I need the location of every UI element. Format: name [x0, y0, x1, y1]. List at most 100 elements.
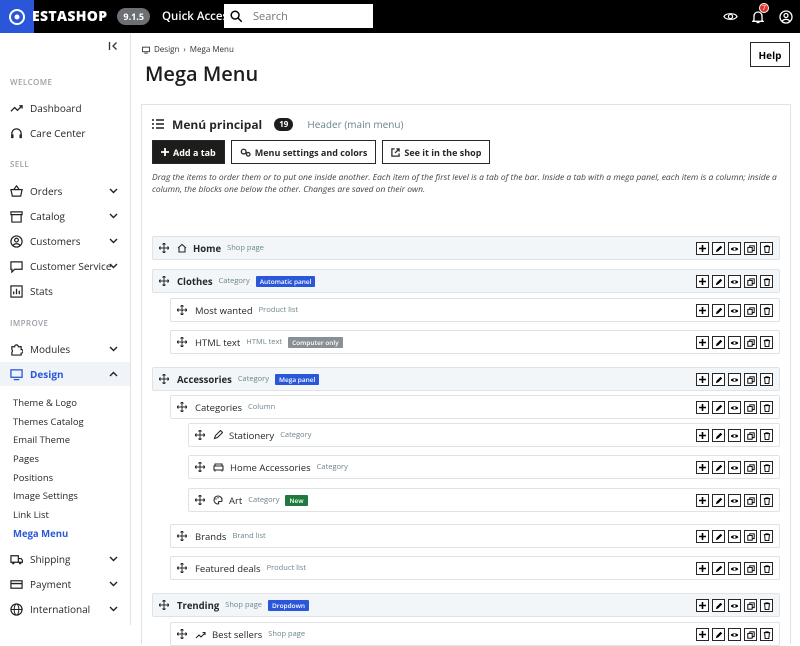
visibility-button[interactable] [728, 599, 741, 612]
menu-item-row[interactable]: Most wanted Product list [170, 298, 780, 322]
visibility-button[interactable] [728, 275, 741, 288]
sidebar-item-care-center[interactable]: Care Center [0, 121, 130, 145]
sidebar-sub-pages[interactable]: Pages [13, 452, 39, 465]
menu-item-row[interactable]: Art Category New [188, 488, 780, 512]
drag-handle-icon[interactable] [195, 430, 205, 440]
add-child-button[interactable] [696, 599, 709, 612]
sidebar-item-modules[interactable]: Modules [0, 337, 130, 361]
add-child-button[interactable] [696, 336, 709, 349]
duplicate-button[interactable] [744, 373, 757, 386]
add-child-button[interactable] [696, 429, 709, 442]
menu-item-row[interactable]: Home Accessories Category [188, 455, 780, 479]
edit-button[interactable] [712, 562, 725, 575]
delete-button[interactable] [760, 530, 773, 543]
menu-item-row[interactable]: Accessories Category Mega panel [152, 367, 780, 391]
edit-button[interactable] [712, 304, 725, 317]
see-in-shop-button[interactable]: See it in the shop [382, 140, 491, 164]
drag-handle-icon[interactable] [159, 374, 169, 384]
edit-button[interactable] [712, 461, 725, 474]
visibility-button[interactable] [728, 373, 741, 386]
visibility-button[interactable] [728, 494, 741, 507]
add-child-button[interactable] [696, 304, 709, 317]
notifications-button[interactable]: 7 [744, 2, 772, 24]
delete-button[interactable] [760, 461, 773, 474]
delete-button[interactable] [760, 336, 773, 349]
add-child-button[interactable] [696, 242, 709, 255]
duplicate-button[interactable] [744, 275, 757, 288]
drag-handle-icon[interactable] [177, 563, 187, 573]
visibility-button[interactable] [728, 530, 741, 543]
add-child-button[interactable] [696, 562, 709, 575]
visibility-button[interactable] [728, 628, 741, 641]
sidebar-sub-theme-logo[interactable]: Theme & Logo [13, 396, 77, 409]
sidebar-item-catalog[interactable]: Catalog [0, 204, 130, 228]
add-child-button[interactable] [696, 373, 709, 386]
drag-handle-icon[interactable] [177, 531, 187, 541]
help-button[interactable]: Help [750, 42, 790, 67]
sidebar-sub-themes-catalog[interactable]: Themes Catalog [13, 415, 84, 428]
edit-button[interactable] [712, 628, 725, 641]
duplicate-button[interactable] [744, 461, 757, 474]
add-tab-button[interactable]: Add a tab [152, 140, 225, 164]
edit-button[interactable] [712, 530, 725, 543]
duplicate-button[interactable] [744, 628, 757, 641]
drag-handle-icon[interactable] [195, 495, 205, 505]
visibility-button[interactable] [728, 429, 741, 442]
drag-handle-icon[interactable] [159, 276, 169, 286]
menu-item-row[interactable]: Clothes Category Automatic panel [152, 269, 780, 293]
delete-button[interactable] [760, 599, 773, 612]
duplicate-button[interactable] [744, 242, 757, 255]
drag-handle-icon[interactable] [177, 305, 187, 315]
delete-button[interactable] [760, 373, 773, 386]
duplicate-button[interactable] [744, 429, 757, 442]
sidebar-sub-positions[interactable]: Positions [13, 471, 53, 484]
visibility-button[interactable] [728, 562, 741, 575]
duplicate-button[interactable] [744, 304, 757, 317]
delete-button[interactable] [760, 242, 773, 255]
sidebar-item-dashboard[interactable]: Dashboard [0, 96, 130, 120]
visibility-button[interactable] [728, 304, 741, 317]
drag-handle-icon[interactable] [159, 243, 169, 253]
drag-handle-icon[interactable] [177, 629, 187, 639]
visibility-button[interactable] [728, 336, 741, 349]
drag-handle-icon[interactable] [159, 600, 169, 610]
visibility-button[interactable] [728, 242, 741, 255]
menu-item-row[interactable]: Trending Shop page Dropdown [152, 593, 780, 617]
delete-button[interactable] [760, 401, 773, 414]
menu-item-row[interactable]: Featured deals Product list [170, 556, 780, 580]
add-child-button[interactable] [696, 401, 709, 414]
delete-button[interactable] [760, 494, 773, 507]
menu-item-row[interactable]: HTML text HTML text Computer only [170, 330, 780, 354]
sidebar-item-design[interactable]: Design [0, 362, 130, 386]
sidebar-item-customers[interactable]: Customers [0, 229, 130, 253]
visibility-button[interactable] [728, 461, 741, 474]
sidebar-item-international[interactable]: International [0, 597, 130, 621]
sidebar-item-shipping[interactable]: Shipping [0, 547, 130, 571]
duplicate-button[interactable] [744, 530, 757, 543]
delete-button[interactable] [760, 304, 773, 317]
edit-button[interactable] [712, 336, 725, 349]
add-child-button[interactable] [696, 461, 709, 474]
delete-button[interactable] [760, 429, 773, 442]
sidebar-item-payment[interactable]: Payment [0, 572, 130, 596]
duplicate-button[interactable] [744, 494, 757, 507]
logo-icon[interactable] [0, 0, 34, 33]
menu-item-row[interactable]: Home Shop page [152, 236, 780, 260]
sidebar-sub-link-list[interactable]: Link List [13, 508, 49, 521]
sidebar-item-stats[interactable]: Stats [0, 279, 130, 303]
delete-button[interactable] [760, 562, 773, 575]
sidebar-sub-image-settings[interactable]: Image Settings [13, 489, 78, 502]
drag-handle-icon[interactable] [177, 402, 187, 412]
edit-button[interactable] [712, 275, 725, 288]
menu-item-row[interactable]: Best sellers Shop page [170, 622, 780, 646]
account-button[interactable] [772, 9, 800, 24]
visibility-button[interactable] [728, 401, 741, 414]
duplicate-button[interactable] [744, 599, 757, 612]
duplicate-button[interactable] [744, 336, 757, 349]
add-child-button[interactable] [696, 275, 709, 288]
sidebar-sub-email-theme[interactable]: Email Theme [13, 433, 70, 446]
duplicate-button[interactable] [744, 401, 757, 414]
delete-button[interactable] [760, 628, 773, 641]
menu-item-row[interactable]: Categories Column [170, 395, 780, 419]
edit-button[interactable] [712, 401, 725, 414]
